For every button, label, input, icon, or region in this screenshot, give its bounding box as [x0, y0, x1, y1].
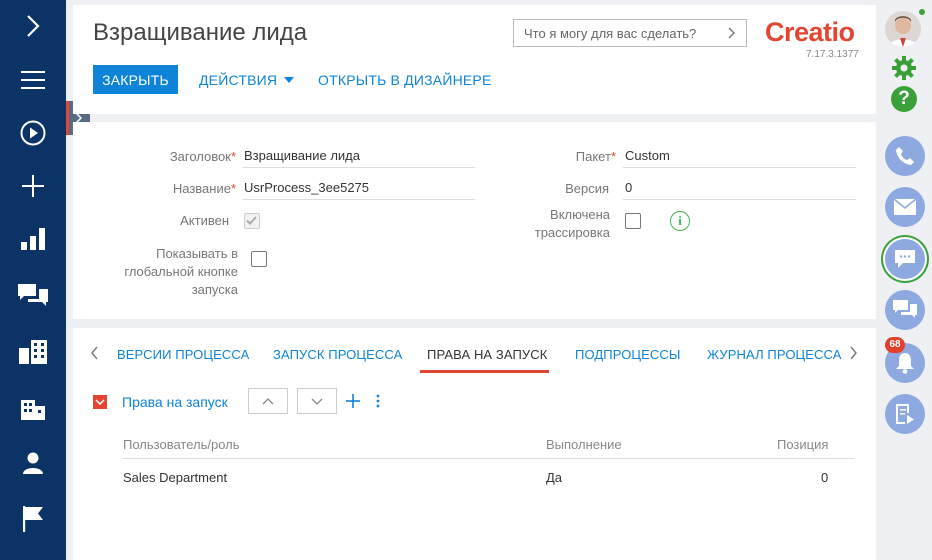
column-header-execution[interactable]: Выполнение [546, 437, 622, 452]
notifications-button[interactable]: 68 [885, 337, 925, 383]
global-run-checkbox[interactable] [251, 251, 267, 267]
actions-label: ДЕЙСТВИЯ [199, 71, 278, 88]
row-execution-cell[interactable]: Да [546, 470, 562, 485]
buildings-icon[interactable] [0, 382, 66, 434]
close-button[interactable]: ЗАКРЫТЬ [93, 65, 178, 94]
actions-button[interactable]: ДЕЙСТВИЯ [199, 65, 295, 94]
chevron-down-icon [311, 398, 323, 405]
feed-button[interactable] [885, 290, 925, 330]
more-options-icon[interactable] [374, 394, 382, 408]
process-fields-card: Заголовок* Взращивание лида Название* Us… [73, 122, 876, 319]
notification-count-badge: 68 [885, 337, 905, 353]
chevron-right-icon[interactable] [728, 27, 736, 39]
phone-icon [896, 147, 914, 165]
accounts-icon[interactable] [0, 326, 66, 378]
flag-icon[interactable] [0, 493, 66, 545]
checkmark-icon [246, 216, 257, 225]
process-button[interactable] [885, 394, 925, 434]
header-card: Взращивание лида ЗАКРЫТЬ ДЕЙСТВИЯ ОТКРЫТ… [73, 5, 876, 114]
name-field[interactable]: UsrProcess_3ee5275 [242, 178, 475, 200]
version-field[interactable]: 0 [623, 178, 856, 200]
expand-icon[interactable] [0, 0, 66, 52]
name-label: Название* [172, 181, 236, 196]
active-tab-indicator [420, 370, 549, 373]
move-up-button[interactable] [248, 388, 288, 414]
global-run-label: Показывать в глобальной кнопке запуска [124, 246, 238, 297]
tab-subprocesses[interactable]: ПОДПРОЦЕССЫ [575, 347, 681, 362]
row-user-cell[interactable]: Sales Department [123, 470, 227, 485]
row-position-cell[interactable]: 0 [821, 470, 828, 485]
creatio-logo: Creatio [765, 17, 855, 47]
search-placeholder: Что я могу для вас сделать? [524, 25, 697, 41]
column-header-position[interactable]: Позиция [777, 437, 828, 452]
add-icon[interactable] [346, 394, 360, 408]
open-designer-button[interactable]: ОТКРЫТЬ В ДИЗАЙНЕРЕ [318, 65, 492, 94]
envelope-icon [894, 199, 916, 215]
tabs-scroll-right-icon[interactable] [849, 346, 858, 360]
document-run-icon [896, 404, 914, 424]
plus-icon[interactable] [0, 160, 66, 212]
tab-process-launch[interactable]: ЗАПУСК ПРОЦЕССА [273, 347, 402, 362]
messages-icon [893, 300, 917, 318]
email-button[interactable] [885, 187, 925, 227]
caption-label: Заголовок* [169, 149, 236, 164]
chevron-up-icon [262, 397, 274, 404]
detail-collapse-button[interactable] [93, 395, 107, 409]
page-title: Взращивание лида [93, 19, 308, 46]
caret-down-icon [284, 76, 295, 83]
info-icon[interactable]: i [670, 211, 690, 231]
tracing-label: Включена трассировка [534, 207, 610, 240]
avatar[interactable] [885, 11, 921, 47]
active-checkbox [244, 213, 260, 229]
gear-icon[interactable] [891, 55, 917, 81]
phone-button[interactable] [885, 136, 925, 176]
caption-field[interactable]: Взращивание лида [242, 146, 475, 168]
tabs-scroll-left-icon[interactable] [90, 346, 99, 360]
move-down-button[interactable] [297, 388, 337, 414]
command-search-input[interactable]: Что я могу для вас сделать? [513, 19, 747, 47]
version-field-label: Версия [565, 181, 609, 196]
chevron-down-icon [95, 399, 105, 405]
online-status-icon [919, 9, 925, 15]
dashboard-icon[interactable] [0, 213, 66, 265]
package-field[interactable]: Custom [623, 146, 856, 168]
grid-divider [123, 458, 855, 459]
tracing-checkbox[interactable] [625, 213, 641, 229]
detail-title[interactable]: Права на запуск [122, 394, 228, 410]
right-panel: ? 68 [877, 0, 932, 560]
version-label: 7.17.3.1377 [806, 49, 859, 60]
chat-bubble-icon [895, 250, 915, 268]
menu-icon[interactable] [0, 54, 66, 106]
help-icon[interactable]: ? [891, 86, 917, 112]
chat-button[interactable] [885, 239, 925, 279]
package-label: Пакет* [575, 149, 616, 164]
column-header-user-role[interactable]: Пользователь/роль [123, 437, 240, 452]
communication-icon[interactable] [0, 270, 66, 322]
bell-icon [896, 353, 914, 374]
play-icon[interactable] [0, 107, 66, 159]
contact-icon[interactable] [0, 437, 66, 489]
tab-process-versions[interactable]: ВЕРСИИ ПРОЦЕССА [117, 347, 249, 362]
active-label: Активен [180, 213, 229, 228]
tab-launch-rights[interactable]: ПРАВА НА ЗАПУСК [427, 347, 547, 362]
left-navigation [0, 0, 66, 560]
tabs-card: ВЕРСИИ ПРОЦЕССА ЗАПУСК ПРОЦЕССА ПРАВА НА… [73, 328, 876, 560]
tab-process-log[interactable]: ЖУРНАЛ ПРОЦЕССА [707, 347, 842, 362]
